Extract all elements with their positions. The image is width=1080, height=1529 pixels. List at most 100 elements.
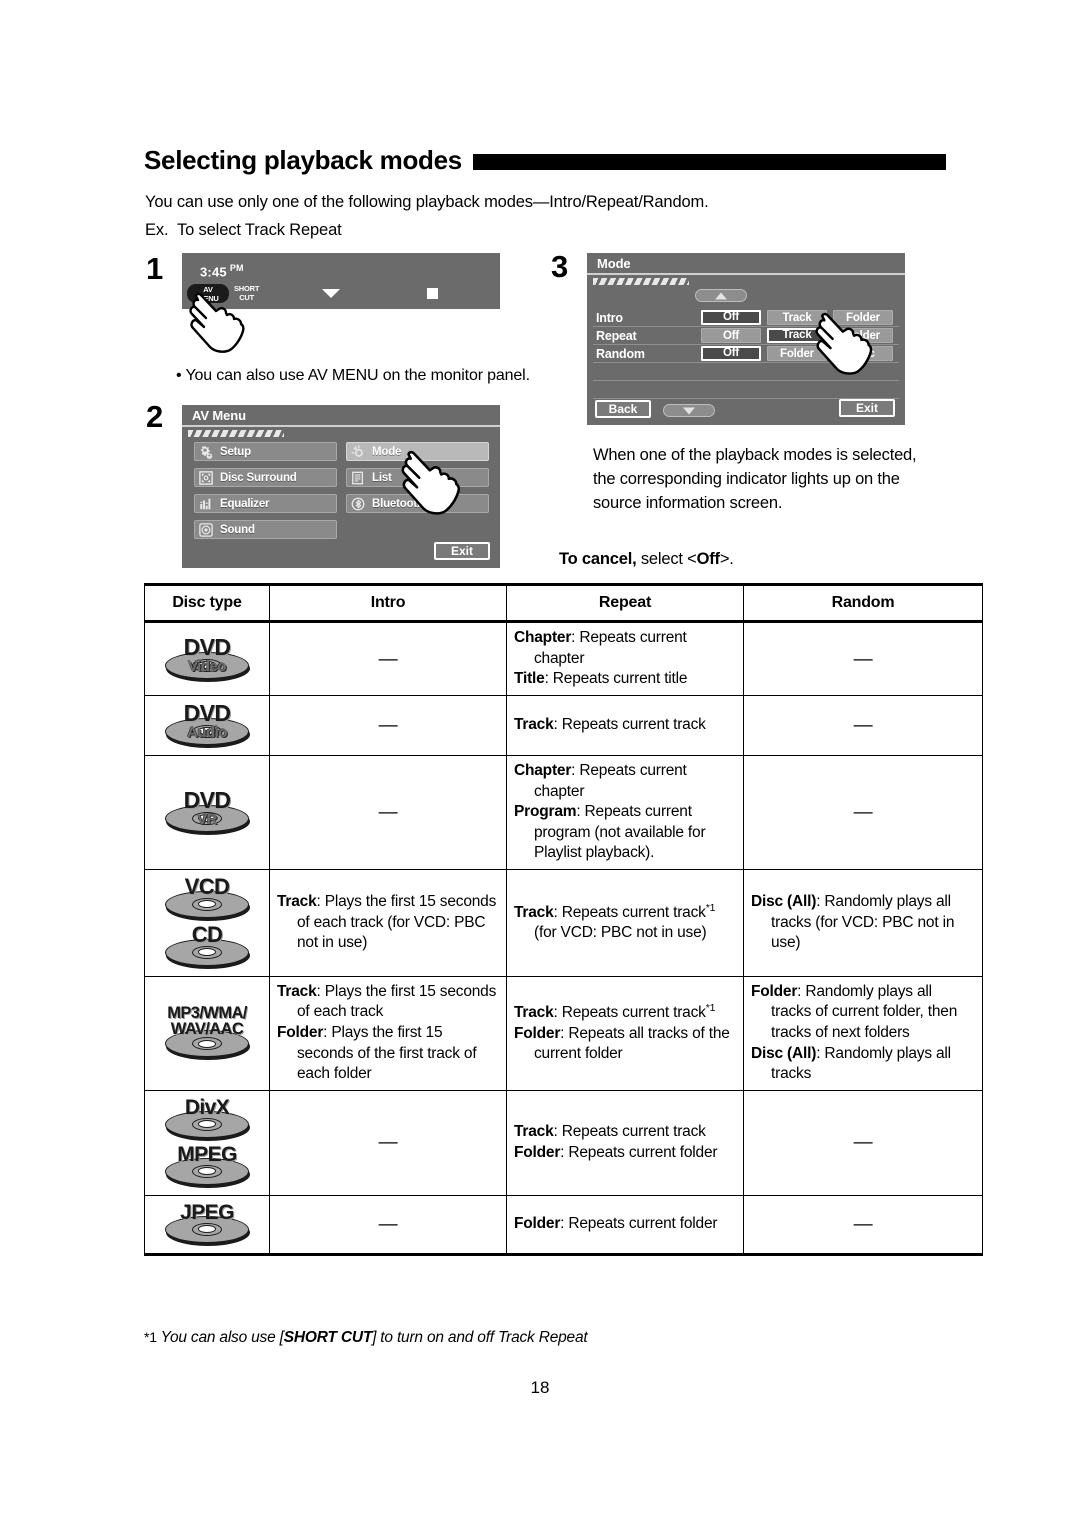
repeat-text-after: (for VCD: PBC not in use): [534, 924, 707, 942]
repeat-entry: Chapter: Repeats current chapter: [514, 628, 736, 669]
column-header-random: Random: [743, 584, 983, 624]
av-menu-key[interactable]: AV MENU: [187, 284, 229, 303]
mode-explanation-note: When one of the playback modes is select…: [593, 446, 917, 512]
footnote-post: to turn on and off Track Repeat: [376, 1329, 588, 1346]
mode-option-intro-track[interactable]: Track: [767, 310, 827, 325]
repeat-text: : Repeats current title: [544, 670, 688, 688]
repeat-entry: Track: Repeats current track: [514, 715, 736, 736]
table-row: DVD Video — Chapter: Repeats current cha…: [144, 621, 983, 696]
av-menu-item-list[interactable]: List: [346, 468, 489, 487]
step-number-2: 2: [146, 399, 164, 434]
random-keyword: Disc (All): [751, 892, 817, 910]
scroll-down-button[interactable]: [663, 404, 715, 417]
mode-option-intro-folder[interactable]: Folder: [833, 310, 893, 325]
cancel-instruction: To cancel, select <Off>.: [559, 550, 734, 569]
repeat-text: : Repeats current track: [553, 1123, 706, 1141]
av-menu-item-mode[interactable]: Mode: [346, 442, 489, 461]
disc-type-cell: DVD Video: [144, 621, 270, 696]
repeat-cell: Track: Repeats current track: [506, 695, 744, 756]
repeat-keyword: Track: [514, 903, 554, 921]
random-cell: —: [743, 1089, 983, 1196]
cancel-value: Off: [696, 550, 720, 568]
disc-label: JPEG: [180, 1200, 234, 1224]
intro-text: : Plays the first 15 seconds of the firs…: [297, 1023, 477, 1083]
short-cut-key[interactable]: SHORT CUT: [234, 284, 259, 302]
mode-back-button[interactable]: Back: [595, 400, 651, 418]
av-menu-item-label: Disc Surround: [220, 471, 297, 484]
disc-type-cell: JPEG: [144, 1194, 270, 1256]
repeat-entry: Folder: Repeats current folder: [514, 1143, 736, 1164]
disc-icon-dvd-video: DVD Video: [152, 635, 262, 684]
disc-type-cell: VCD CD: [144, 868, 270, 977]
random-keyword: Disc (All): [751, 1044, 817, 1062]
mode-row-repeat: Repeat Off Track Folder: [593, 327, 899, 345]
page-number: 18: [530, 1378, 550, 1397]
step-number-1: 1: [146, 251, 164, 286]
mode-option-intro-off[interactable]: Off: [701, 310, 761, 325]
av-menu-item-label: List: [372, 471, 392, 484]
repeat-cell: Track: Repeats current track*1 Folder: R…: [506, 975, 744, 1091]
intro-cell: —: [269, 1194, 507, 1256]
mode-row-random: Random Off Folder Disc: [593, 345, 899, 363]
repeat-keyword: Folder: [514, 1024, 561, 1042]
mode-option-repeat-off[interactable]: Off: [701, 328, 761, 343]
random-cell: —: [743, 621, 983, 696]
random-cell: Folder: Randomly plays all tracks of cur…: [743, 975, 983, 1091]
mode-option-random-disc[interactable]: Disc: [833, 346, 893, 361]
scroll-up-button[interactable]: [695, 289, 747, 302]
mode-row-label: Intro: [596, 310, 623, 325]
mode-exit-button[interactable]: Exit: [839, 399, 895, 417]
step1-note: • You can also use AV MENU on the monito…: [176, 367, 530, 384]
disc-label: VCD: [184, 873, 230, 899]
heading-rule: [472, 153, 946, 170]
clock-ampm: PM: [229, 263, 244, 273]
intro-text: : Plays the first 15 seconds of each tra…: [297, 892, 497, 952]
chevron-down-icon[interactable]: [322, 289, 340, 298]
mode-row-empty: [593, 381, 899, 399]
repeat-keyword: Title: [514, 670, 545, 688]
disc-label-line2: WAV/AAC: [170, 1019, 244, 1038]
surround-icon: [199, 470, 213, 485]
disc-label: DVD: [183, 787, 231, 814]
stop-square-icon[interactable]: [427, 288, 438, 299]
repeat-keyword: Track: [514, 716, 554, 734]
intro-keyword: Track: [277, 982, 317, 1000]
mode-option-repeat-track[interactable]: Track: [767, 328, 827, 343]
disc-sublabel: Video: [187, 657, 227, 675]
table-row: DVD VR — Chapter: Repeats current chapte…: [144, 754, 983, 870]
disc-icon-dvd-vr: DVD VR: [152, 788, 262, 837]
footnote-key: SHORT CUT: [283, 1329, 373, 1346]
page-heading: Selecting playback modes: [144, 143, 946, 177]
mode-option-random-folder[interactable]: Folder: [767, 346, 827, 361]
table-row: DVD Audio — Track: Repeats current track…: [144, 695, 983, 756]
disc-icon-mp3-wma-wav-aac: MP3/WMA/ WAV/AAC: [152, 1004, 262, 1062]
disc-icon-dvd-audio: DVD Audio: [152, 701, 262, 750]
disc-type-cell: DVD VR: [144, 754, 270, 870]
random-entry: Disc (All): Randomly plays all tracks (f…: [751, 892, 975, 954]
av-menu-item-sound[interactable]: Sound: [194, 520, 337, 539]
av-menu-item-bluetooth[interactable]: Bluetooth: [346, 494, 489, 513]
intro-cell: Track: Plays the first 15 seconds of eac…: [269, 975, 507, 1091]
mode-option-random-off[interactable]: Off: [701, 346, 761, 361]
intro-entry: Track: Plays the first 15 seconds of eac…: [277, 982, 499, 1023]
av-menu-item-disc-surround[interactable]: Disc Surround: [194, 468, 337, 487]
repeat-entry: Program: Repeats current program (not av…: [514, 802, 736, 864]
table-row: MP3/WMA/ WAV/AAC Track: Plays the first …: [144, 975, 983, 1091]
random-cell: Disc (All): Randomly plays all tracks (f…: [743, 868, 983, 977]
repeat-cell: Folder: Repeats current folder: [506, 1194, 744, 1256]
mode-panel-title: Mode: [587, 253, 905, 275]
repeat-cell: Chapter: Repeats current chapter Title: …: [506, 621, 744, 696]
av-menu-item-label: Equalizer: [220, 497, 270, 510]
footnote-pre: You can also use: [156, 1329, 280, 1346]
av-menu-item-setup[interactable]: Setup: [194, 442, 337, 461]
random-text: : Randomly plays all tracks of current f…: [771, 982, 958, 1041]
mode-option-repeat-folder[interactable]: Folder: [833, 328, 893, 343]
page-title: Selecting playback modes: [144, 145, 462, 175]
list-icon: [352, 471, 364, 484]
table-row: DivX MPEG — Track: Repeats current track…: [144, 1089, 983, 1196]
repeat-text: : Repeats current track: [553, 903, 706, 921]
disc-icon-jpeg: JPEG: [152, 1201, 262, 1248]
av-menu-item-equalizer[interactable]: Equalizer: [194, 494, 337, 513]
random-entry: Disc (All): Randomly plays all tracks: [751, 1044, 975, 1085]
av-menu-exit-button[interactable]: Exit: [434, 542, 490, 560]
